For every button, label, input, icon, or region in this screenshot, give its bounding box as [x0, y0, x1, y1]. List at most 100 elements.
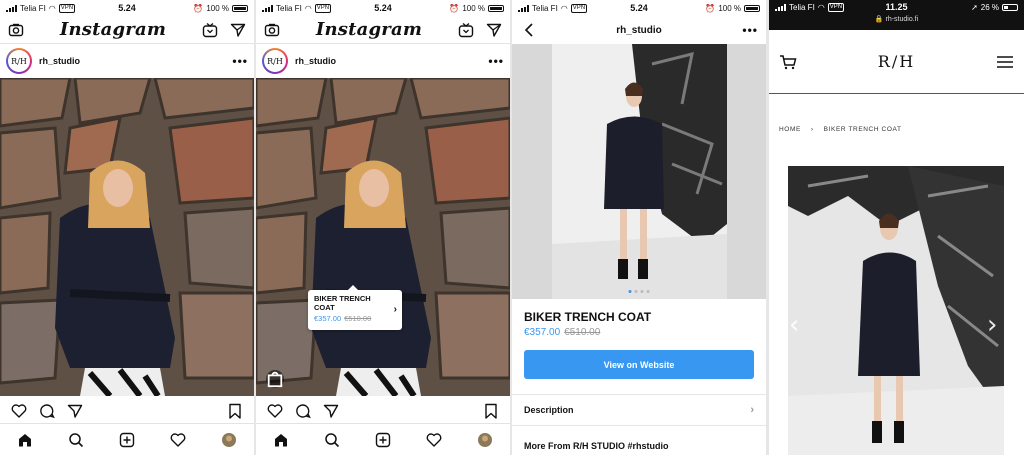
post-photo[interactable] [0, 78, 254, 396]
wifi-icon: ◠ [48, 3, 56, 13]
status-bar: Telia FI ◠ VPN 5.24 ⏰ 100 % [0, 0, 254, 16]
back-arrow-icon[interactable] [520, 21, 538, 39]
previous-image-arrow-icon[interactable]: ‹ [789, 310, 799, 340]
post-actions [0, 400, 254, 422]
instagram-header: Instagram [0, 16, 254, 44]
bookmark-icon[interactable] [482, 402, 500, 420]
site-logo[interactable]: R/H [878, 52, 915, 71]
home-icon[interactable] [16, 431, 34, 449]
instagram-product-screen: Telia FI ◠ VPN 5.24 ⏰ 100 % rh_studio ••… [512, 0, 766, 455]
carrier-label: Telia FI [789, 3, 815, 12]
activity-icon[interactable] [425, 431, 443, 449]
search-icon[interactable] [323, 431, 341, 449]
original-price: €510.00 [564, 327, 601, 338]
url-text: rh-studio.fi [885, 16, 919, 23]
battery-label: 100 % [462, 3, 485, 13]
igtv-icon[interactable] [457, 21, 475, 39]
profile-avatar-icon[interactable] [220, 431, 238, 449]
carrier-label: Telia FI [20, 3, 46, 13]
camera-icon[interactable] [263, 21, 281, 39]
product-image[interactable] [512, 44, 766, 299]
product-name: BIKER TRENCH COAT [524, 310, 652, 324]
breadcrumb-home[interactable]: HOME [779, 126, 801, 133]
comment-icon[interactable] [38, 402, 56, 420]
wifi-icon: ◠ [304, 3, 312, 13]
share-icon[interactable] [322, 402, 340, 420]
alarm-icon: ⏰ [449, 3, 460, 13]
cart-icon[interactable] [779, 53, 797, 71]
wifi-icon: ◠ [560, 3, 568, 13]
more-options-icon[interactable]: ••• [742, 23, 758, 37]
igtv-icon[interactable] [201, 21, 219, 39]
alarm-icon: ⏰ [193, 3, 204, 13]
like-icon[interactable] [266, 402, 284, 420]
tag-product-name: BIKER TRENCH COAT [314, 294, 371, 312]
signal-icon [775, 4, 786, 11]
wifi-icon: ◠ [817, 3, 825, 12]
vpn-badge: VPN [827, 3, 845, 12]
share-icon[interactable] [66, 402, 84, 420]
profile-avatar-icon[interactable] [476, 431, 494, 449]
hamburger-menu-icon[interactable] [996, 53, 1014, 71]
add-post-icon[interactable] [118, 431, 136, 449]
post-header: R/H rh_studio ••• [256, 44, 510, 78]
tab-bar [256, 423, 510, 455]
battery-icon [744, 4, 760, 12]
avatar[interactable]: R/H [6, 48, 32, 74]
battery-icon [1002, 4, 1018, 11]
more-options-icon[interactable]: ••• [488, 54, 504, 68]
search-icon[interactable] [67, 431, 85, 449]
carrier-label: Telia FI [532, 3, 558, 13]
carrier-label: Telia FI [276, 3, 302, 13]
tag-pointer [348, 285, 358, 290]
view-on-website-button[interactable]: View on Website [524, 350, 754, 379]
breadcrumb-separator: › [810, 126, 814, 133]
camera-icon[interactable] [7, 21, 25, 39]
chevron-right-icon: › [393, 304, 397, 315]
product-image[interactable] [788, 166, 1004, 455]
breadcrumb-current: BIKER TRENCH COAT [823, 126, 902, 133]
comment-icon[interactable] [294, 402, 312, 420]
username[interactable]: rh_studio [295, 56, 336, 66]
signal-icon [518, 4, 529, 12]
product-price: €357.00 €510.00 [524, 327, 600, 338]
post-photo[interactable]: BIKER TRENCH COAT €357.00 €510.00 › [256, 78, 510, 396]
tag-price: €357.00 €510.00 [314, 314, 396, 323]
more-options-icon[interactable]: ••• [232, 54, 248, 68]
direct-message-icon[interactable] [485, 21, 503, 39]
vpn-badge: VPN [314, 3, 332, 13]
product-tag[interactable]: BIKER TRENCH COAT €357.00 €510.00 › [308, 285, 402, 330]
instagram-logo: Instagram [59, 19, 167, 40]
site-header: R/H [769, 30, 1024, 94]
url-bar[interactable]: 🔒 rh-studio.fi [875, 15, 918, 23]
location-icon: ➚ [971, 3, 978, 12]
home-icon[interactable] [272, 431, 290, 449]
activity-icon[interactable] [169, 431, 187, 449]
direct-message-icon[interactable] [229, 21, 247, 39]
vpn-badge: VPN [58, 3, 76, 13]
instagram-header: Instagram [256, 16, 510, 44]
browser-status-bar: Telia FI ◠ VPN ➚ 26 % 11.25 🔒 rh-studio.… [769, 0, 1024, 30]
breadcrumb: HOME › BIKER TRENCH COAT [779, 126, 902, 133]
alarm-icon: ⏰ [705, 3, 716, 13]
shopping-bag-icon[interactable] [266, 370, 284, 388]
tab-bar [0, 423, 254, 455]
carousel-dots [628, 290, 650, 293]
battery-label: 100 % [718, 3, 741, 13]
bookmark-icon[interactable] [226, 402, 244, 420]
more-from-heading: More From R/H STUDIO #rhstudio [524, 441, 669, 451]
status-time: 5.24 [630, 3, 648, 13]
description-row[interactable]: Description › [512, 394, 766, 426]
battery-label: 100 % [206, 3, 229, 13]
instagram-tagged-screen: Telia FI ◠ VPN 5.24 ⏰ 100 % Instagram R/… [256, 0, 510, 455]
next-image-arrow-icon[interactable]: › [987, 310, 997, 340]
add-post-icon[interactable] [374, 431, 392, 449]
signal-icon [6, 4, 17, 12]
chevron-right-icon: › [750, 404, 754, 416]
status-time: 11.25 [885, 2, 908, 12]
tag-sale-price: €357.00 [314, 314, 342, 323]
vpn-badge: VPN [570, 3, 588, 13]
avatar[interactable]: R/H [262, 48, 288, 74]
like-icon[interactable] [10, 402, 28, 420]
username[interactable]: rh_studio [39, 56, 80, 66]
